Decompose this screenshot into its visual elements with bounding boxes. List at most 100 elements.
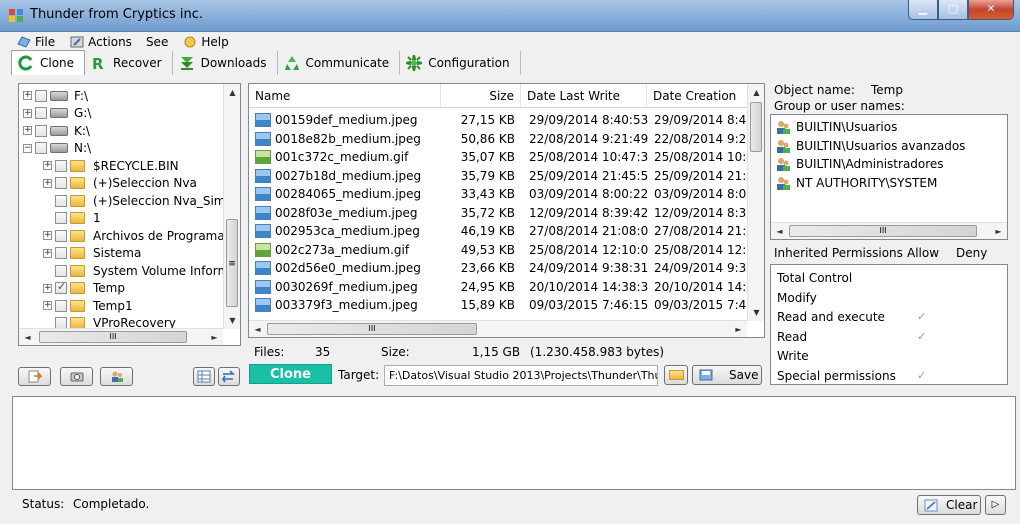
tree-expander-icon[interactable]: + <box>43 301 52 310</box>
tree-expander-icon[interactable]: + <box>43 283 52 293</box>
folder-tree[interactable]: + F:\ + G:\ + K:\ − N:\ + $RECYCLE.BIN + (+)Selecci… <box>18 83 241 346</box>
tree-item[interactable]: + K:\ <box>23 122 90 139</box>
file-list[interactable]: Name Size Date Last Write Date Creation … <box>248 83 765 338</box>
column-name[interactable]: Name <box>249 84 441 108</box>
tree-checkbox[interactable] <box>55 280 67 294</box>
tree-expander-icon[interactable]: − <box>23 143 32 153</box>
tree-vertical-scrollbar[interactable]: ▲ ≡ ▼ <box>223 84 240 329</box>
tree-checkbox[interactable] <box>55 194 67 207</box>
minimize-button[interactable]: ▁ <box>908 0 938 20</box>
save-button[interactable]: Save <box>692 365 762 385</box>
scroll-up-arrow-icon[interactable]: ▲ <box>224 84 240 101</box>
files-vscroll-thumb[interactable] <box>750 102 762 152</box>
tree-expander-icon[interactable]: + <box>23 91 32 100</box>
tree-checkbox[interactable] <box>55 247 67 259</box>
tree-item[interactable]: (+)Seleccion Nva_Simple <box>43 192 240 209</box>
file-row[interactable]: 002c273a_medium.gif 49,53 KB 25/08/2014 12… <box>249 241 749 259</box>
view-button[interactable] <box>193 367 215 386</box>
sync-button[interactable] <box>218 367 240 386</box>
file-row[interactable]: 00284065_medium.jpeg 33,43 KB 03/09/2014 8… <box>249 185 749 203</box>
column-date-creation[interactable]: Date Creation <box>647 84 749 108</box>
export-button[interactable] <box>18 367 51 386</box>
tree-item[interactable]: System Volume Information <box>43 262 240 279</box>
tree-item[interactable]: 1 <box>43 210 101 227</box>
log-output-area[interactable] <box>12 396 1016 490</box>
files-vertical-scrollbar[interactable]: ▲ ▼ <box>747 84 764 321</box>
groups-scroll-left-arrow-icon[interactable]: ◄ <box>771 223 788 239</box>
tree-item[interactable]: + G:\ <box>23 105 91 122</box>
scroll-right-arrow-icon[interactable]: ► <box>206 329 223 345</box>
files-scroll-right-arrow-icon[interactable]: ► <box>730 321 747 337</box>
file-row[interactable]: 0030269f_medium.jpeg 24,95 KB 20/10/2014 1… <box>249 278 749 296</box>
tab-recover[interactable]: R Recover <box>85 51 173 75</box>
tree-checkbox[interactable] <box>55 229 67 242</box>
tab-communicate[interactable]: Communicate <box>278 51 401 75</box>
tab-clone[interactable]: Clone <box>11 50 86 75</box>
file-row[interactable]: 0027b18d_medium.jpeg 35,79 KB 25/09/2014 2… <box>249 167 749 185</box>
tab-configuration[interactable]: Configuration <box>400 51 521 75</box>
tree-item[interactable]: + F:\ <box>23 87 88 104</box>
target-path-input[interactable]: F:\Datos\Visual Studio 2013\Projects\Thu… <box>384 365 658 386</box>
tree-checkbox[interactable] <box>55 299 67 312</box>
file-row[interactable]: 003379f3_medium.jpeg 15,89 KB 09/03/2015 7… <box>249 296 749 314</box>
tree-expander-icon[interactable]: + <box>43 161 52 170</box>
tree-vscroll-thumb[interactable]: ≡ <box>226 219 238 307</box>
tree-expander-icon[interactable]: + <box>43 248 52 258</box>
tree-checkbox[interactable] <box>35 107 47 119</box>
tree-checkbox[interactable] <box>55 212 67 224</box>
group-item[interactable]: BUILTIN\Usuarios avanzados <box>775 137 965 155</box>
tree-hscroll-thumb[interactable]: III <box>39 331 187 343</box>
menu-file[interactable]: File <box>16 33 55 51</box>
file-row[interactable]: 001c372c_medium.gif 35,07 KB 25/08/2014 10… <box>249 148 749 166</box>
tree-checkbox[interactable] <box>55 177 67 189</box>
group-item[interactable]: NT AUTHORITY\SYSTEM <box>775 174 937 192</box>
tree-item[interactable]: + (+)Seleccion Nva <box>43 175 197 192</box>
menu-see[interactable]: See <box>146 33 168 51</box>
browse-folder-button[interactable] <box>664 365 688 385</box>
tree-expander-icon[interactable]: + <box>23 126 32 135</box>
group-item[interactable]: BUILTIN\Usuarios <box>775 118 897 136</box>
tree-item[interactable]: + $RECYCLE.BIN <box>43 157 179 174</box>
groups-horizontal-scrollbar[interactable]: ◄ III ► <box>771 222 1007 239</box>
groups-hscroll-thumb[interactable]: III <box>789 225 977 237</box>
scroll-left-arrow-icon[interactable]: ◄ <box>19 329 36 345</box>
tree-item[interactable]: + Temp1 <box>43 297 133 314</box>
files-horizontal-scrollbar[interactable]: ◄ III ► <box>249 320 747 337</box>
tree-checkbox[interactable] <box>35 89 47 102</box>
menu-help[interactable]: Help <box>182 33 229 51</box>
users-button[interactable] <box>100 367 133 386</box>
group-user-list[interactable]: BUILTIN\Usuarios BUILTIN\Usuarios avanzad… <box>770 114 1008 240</box>
tree-checkbox[interactable] <box>55 264 67 277</box>
menu-actions[interactable]: Actions <box>69 33 132 51</box>
tree-expander-icon[interactable]: + <box>43 231 52 240</box>
tree-expander-icon[interactable]: + <box>23 108 32 118</box>
camera-button[interactable] <box>60 367 93 386</box>
files-scroll-down-arrow-icon[interactable]: ▼ <box>748 304 764 321</box>
close-button[interactable]: ✕ <box>968 0 1014 20</box>
file-row[interactable]: 0028f03e_medium.jpeg 35,72 KB 12/09/2014 8… <box>249 204 749 222</box>
clear-button[interactable]: Clear <box>917 495 981 515</box>
tree-checkbox[interactable] <box>35 142 47 154</box>
tree-item[interactable]: + Archivos de Programa <box>43 227 225 244</box>
scroll-down-arrow-icon[interactable]: ▼ <box>224 312 240 329</box>
column-size[interactable]: Size <box>441 84 521 108</box>
groups-scroll-right-arrow-icon[interactable]: ► <box>990 223 1007 239</box>
file-row[interactable]: 00159def_medium.jpeg 27,15 KB 29/09/2014 8… <box>249 111 749 129</box>
file-row[interactable]: 002953ca_medium.jpeg 46,19 KB 27/08/2014 2… <box>249 222 749 240</box>
clone-button[interactable]: Clone <box>249 364 332 384</box>
maximize-button[interactable]: □ <box>938 0 968 20</box>
tree-item[interactable]: − N:\ <box>23 140 91 157</box>
tree-horizontal-scrollbar[interactable]: ◄ III ► <box>19 328 223 345</box>
tree-expander-icon[interactable]: + <box>43 178 52 188</box>
tree-item[interactable]: + Temp <box>43 280 125 297</box>
tree-item[interactable]: + Sistema <box>43 245 141 262</box>
file-row[interactable]: 0018e82b_medium.jpeg 50,86 KB 22/08/2014 9… <box>249 130 749 148</box>
file-row[interactable]: 002d56e0_medium.jpeg 23,66 KB 24/09/2014 9… <box>249 259 749 277</box>
tab-downloads[interactable]: Downloads <box>173 51 278 75</box>
column-date-last-write[interactable]: Date Last Write <box>521 84 647 108</box>
files-scroll-up-arrow-icon[interactable]: ▲ <box>748 84 764 101</box>
tree-checkbox[interactable] <box>55 159 67 172</box>
files-scroll-left-arrow-icon[interactable]: ◄ <box>249 321 266 337</box>
next-button[interactable]: ▷ <box>985 495 1006 515</box>
tree-checkbox[interactable] <box>35 124 47 137</box>
